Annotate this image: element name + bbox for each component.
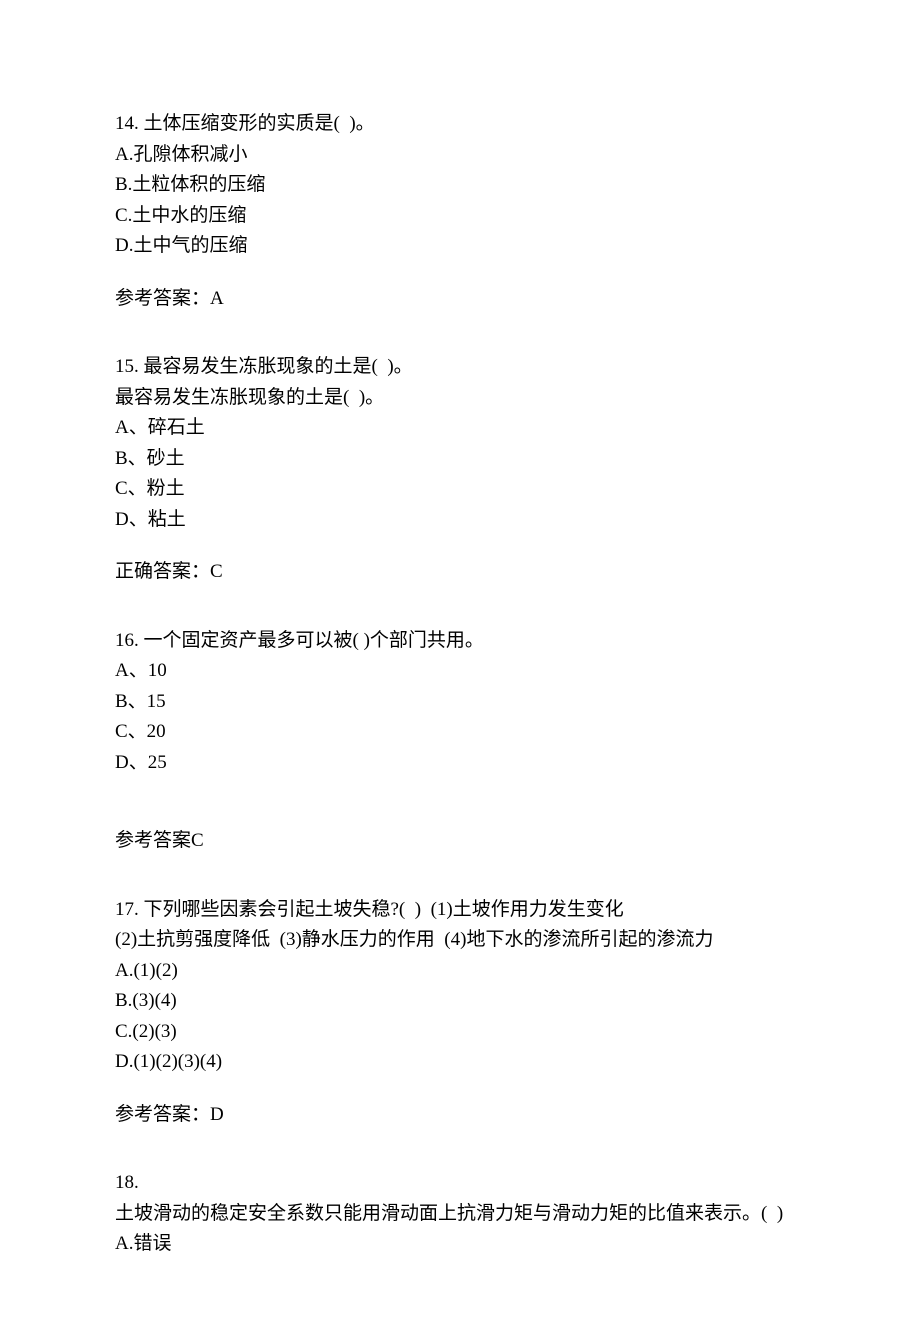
- option-c: C.(2)(3): [115, 1018, 805, 1047]
- question-number: 17.: [115, 899, 139, 920]
- option-a: A.错误: [115, 1230, 805, 1259]
- option-d: D、粘土: [115, 506, 805, 535]
- option-a: A.(1)(2): [115, 957, 805, 986]
- option-d: D.(1)(2)(3)(4): [115, 1048, 805, 1077]
- question-17: 17. 下列哪些因素会引起土坡失稳?( ) (1)土坡作用力发生变化 (2)土抗…: [115, 896, 805, 1130]
- option-a: A、碎石土: [115, 414, 805, 443]
- question-15: 15. 最容易发生冻胀现象的土是( )。 最容易发生冻胀现象的土是( )。 A、…: [115, 353, 805, 587]
- question-number: 18.: [115, 1169, 805, 1198]
- question-stem-repeat: 最容易发生冻胀现象的土是( )。: [115, 384, 805, 413]
- question-text: 一个固定资产最多可以被( )个部门共用。: [144, 630, 484, 651]
- option-d: D、25: [115, 749, 805, 778]
- option-c: C、粉土: [115, 475, 805, 504]
- question-16: 16. 一个固定资产最多可以被( )个部门共用。 A、10 B、15 C、20 …: [115, 627, 805, 856]
- question-stem-cont: (2)土抗剪强度降低 (3)静水压力的作用 (4)地下水的渗流所引起的渗流力: [115, 926, 805, 955]
- answer-label: 参考答案：D: [115, 1101, 805, 1130]
- option-a: A、10: [115, 657, 805, 686]
- option-d: D.土中气的压缩: [115, 232, 805, 261]
- question-text: 最容易发生冻胀现象的土是( )。: [144, 356, 413, 377]
- answer-label: 参考答案C: [115, 827, 805, 856]
- option-b: B、砂土: [115, 445, 805, 474]
- question-18: 18. 土坡滑动的稳定安全系数只能用滑动面上抗滑力矩与滑动力矩的比值来表示。( …: [115, 1169, 805, 1259]
- option-b: B.土粒体积的压缩: [115, 171, 805, 200]
- question-stem: 14. 土体压缩变形的实质是( )。: [115, 110, 805, 139]
- question-stem: 16. 一个固定资产最多可以被( )个部门共用。: [115, 627, 805, 656]
- answer-label: 正确答案：C: [115, 558, 805, 587]
- option-c: C、20: [115, 718, 805, 747]
- question-number: 14.: [115, 113, 139, 134]
- option-c: C.土中水的压缩: [115, 202, 805, 231]
- question-text: 土体压缩变形的实质是( )。: [144, 113, 375, 134]
- question-stem: 土坡滑动的稳定安全系数只能用滑动面上抗滑力矩与滑动力矩的比值来表示。( ): [115, 1200, 805, 1229]
- question-stem: 15. 最容易发生冻胀现象的土是( )。: [115, 353, 805, 382]
- question-text: 下列哪些因素会引起土坡失稳?( ) (1)土坡作用力发生变化: [144, 899, 624, 920]
- option-b: B、15: [115, 688, 805, 717]
- option-b: B.(3)(4): [115, 987, 805, 1016]
- answer-label: 参考答案：A: [115, 285, 805, 314]
- option-a: A.孔隙体积减小: [115, 141, 805, 170]
- question-14: 14. 土体压缩变形的实质是( )。 A.孔隙体积减小 B.土粒体积的压缩 C.…: [115, 110, 805, 313]
- question-number: 16.: [115, 630, 139, 651]
- question-number: 15.: [115, 356, 139, 377]
- question-stem: 17. 下列哪些因素会引起土坡失稳?( ) (1)土坡作用力发生变化: [115, 896, 805, 925]
